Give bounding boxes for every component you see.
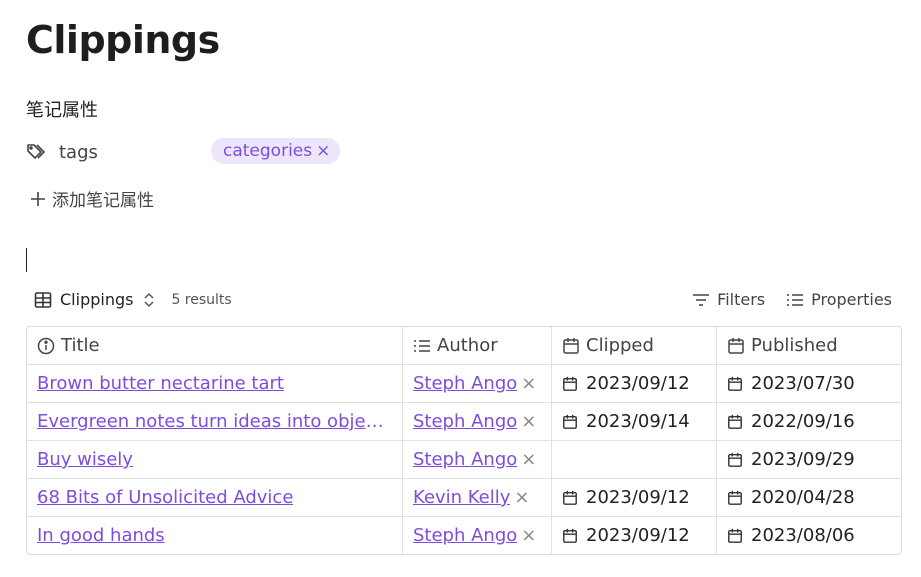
author-link[interactable]: Steph Ango bbox=[413, 525, 517, 546]
date-value: 2023/09/12 bbox=[586, 373, 690, 394]
note-link[interactable]: Evergreen notes turn ideas into objects … bbox=[37, 411, 392, 432]
date-value: 2022/09/16 bbox=[751, 411, 855, 432]
author-cell: Kevin Kelly × bbox=[402, 479, 551, 516]
date-value: 2023/07/30 bbox=[751, 373, 855, 394]
note-link[interactable]: 68 Bits of Unsolicited Advice bbox=[37, 487, 293, 508]
remove-icon[interactable]: × bbox=[521, 373, 536, 394]
table-row: Evergreen notes turn ideas into objects … bbox=[27, 402, 901, 440]
properties-button[interactable]: Properties bbox=[785, 290, 892, 309]
table-row: 68 Bits of Unsolicited Advice Kevin Kell… bbox=[27, 478, 901, 516]
title-cell: Brown butter nectarine tart bbox=[27, 365, 402, 402]
remove-icon[interactable]: × bbox=[521, 525, 536, 546]
clipped-cell[interactable] bbox=[551, 441, 716, 478]
results-count: 5 results bbox=[171, 291, 232, 308]
add-property-label: 添加笔记属性 bbox=[52, 191, 154, 211]
calendar-icon bbox=[727, 528, 743, 544]
list-icon bbox=[413, 338, 431, 354]
view-selector[interactable]: Clippings bbox=[60, 290, 133, 309]
author-cell: Steph Ango × bbox=[402, 403, 551, 440]
plus-icon bbox=[30, 191, 46, 207]
clipped-cell[interactable]: 2023/09/12 bbox=[551, 365, 716, 402]
column-label: Author bbox=[437, 335, 498, 356]
date-value: 2023/09/12 bbox=[586, 487, 690, 508]
info-icon bbox=[37, 337, 55, 355]
tag-label: categories bbox=[223, 141, 313, 161]
calendar-icon bbox=[562, 490, 578, 506]
column-label: Published bbox=[751, 335, 838, 356]
filters-label: Filters bbox=[717, 290, 766, 309]
date-value: 2023/09/12 bbox=[586, 525, 690, 546]
author-cell: Steph Ango × bbox=[402, 365, 551, 402]
base-view-toolbar: Clippings 5 results Filters Properties bbox=[34, 290, 892, 314]
table-row: Buy wisely Steph Ango × 2023/09/29 bbox=[27, 440, 901, 478]
date-value: 2023/09/14 bbox=[586, 411, 690, 432]
author-cell: Steph Ango × bbox=[402, 441, 551, 478]
calendar-icon bbox=[727, 376, 743, 392]
remove-icon[interactable]: × bbox=[521, 411, 536, 432]
filters-button[interactable]: Filters bbox=[691, 290, 765, 309]
date-value: 2023/08/06 bbox=[751, 525, 855, 546]
note-link[interactable]: In good hands bbox=[37, 525, 165, 546]
title-cell: Evergreen notes turn ideas into objects … bbox=[27, 403, 402, 440]
add-property-button[interactable]: 添加笔记属性 bbox=[30, 186, 154, 211]
column-header-author[interactable]: Author bbox=[402, 327, 551, 364]
published-cell[interactable]: 2022/09/16 bbox=[716, 403, 901, 440]
published-cell[interactable]: 2023/07/30 bbox=[716, 365, 901, 402]
clippings-table: Title Author Clipped Published Brown but… bbox=[26, 326, 902, 555]
tag-remove-icon[interactable]: × bbox=[316, 138, 330, 164]
calendar-icon bbox=[727, 337, 745, 355]
property-name-tags[interactable]: tags bbox=[59, 142, 98, 163]
published-cell[interactable]: 2023/09/29 bbox=[716, 441, 901, 478]
calendar-icon bbox=[727, 452, 743, 468]
calendar-icon bbox=[727, 490, 743, 506]
remove-icon[interactable]: × bbox=[521, 449, 536, 470]
calendar-icon bbox=[562, 337, 580, 355]
column-header-clipped[interactable]: Clipped bbox=[551, 327, 716, 364]
author-cell: Steph Ango × bbox=[402, 517, 551, 554]
text-cursor bbox=[26, 248, 27, 272]
table-icon bbox=[34, 291, 52, 309]
author-link[interactable]: Steph Ango bbox=[413, 449, 517, 470]
column-label: Title bbox=[61, 335, 100, 356]
chevron-updown-icon[interactable] bbox=[141, 291, 157, 309]
calendar-icon bbox=[727, 414, 743, 430]
published-cell[interactable]: 2020/04/28 bbox=[716, 479, 901, 516]
properties-label: Properties bbox=[811, 290, 892, 309]
tags-icon bbox=[26, 142, 48, 162]
calendar-icon bbox=[562, 414, 578, 430]
calendar-icon bbox=[562, 376, 578, 392]
clipped-cell[interactable]: 2023/09/14 bbox=[551, 403, 716, 440]
page-title[interactable]: Clippings bbox=[26, 18, 220, 62]
column-header-published[interactable]: Published bbox=[716, 327, 901, 364]
clipped-cell[interactable]: 2023/09/12 bbox=[551, 479, 716, 516]
author-link[interactable]: Steph Ango bbox=[413, 411, 517, 432]
date-value: 2023/09/29 bbox=[751, 449, 855, 470]
calendar-icon bbox=[562, 528, 578, 544]
table-row: Brown butter nectarine tart Steph Ango × … bbox=[27, 364, 901, 402]
column-header-title[interactable]: Title bbox=[27, 327, 402, 364]
table-row: In good hands Steph Ango × 2023/09/12 202… bbox=[27, 516, 901, 554]
author-link[interactable]: Steph Ango bbox=[413, 373, 517, 394]
table-header-row: Title Author Clipped Published bbox=[27, 327, 901, 364]
property-tags-row: tags categories × bbox=[26, 138, 526, 166]
date-value: 2020/04/28 bbox=[751, 487, 855, 508]
remove-icon[interactable]: × bbox=[514, 487, 529, 508]
tag-pill-categories[interactable]: categories × bbox=[211, 138, 341, 164]
note-link[interactable]: Buy wisely bbox=[37, 449, 133, 470]
title-cell: 68 Bits of Unsolicited Advice bbox=[27, 479, 402, 516]
list-icon bbox=[785, 292, 805, 308]
author-link[interactable]: Kevin Kelly bbox=[413, 487, 510, 508]
title-cell: In good hands bbox=[27, 517, 402, 554]
properties-heading[interactable]: 笔记属性 bbox=[26, 96, 98, 122]
note-link[interactable]: Brown butter nectarine tart bbox=[37, 373, 284, 394]
published-cell[interactable]: 2023/08/06 bbox=[716, 517, 901, 554]
title-cell: Buy wisely bbox=[27, 441, 402, 478]
column-label: Clipped bbox=[586, 335, 654, 356]
clipped-cell[interactable]: 2023/09/12 bbox=[551, 517, 716, 554]
filter-icon bbox=[691, 292, 711, 308]
